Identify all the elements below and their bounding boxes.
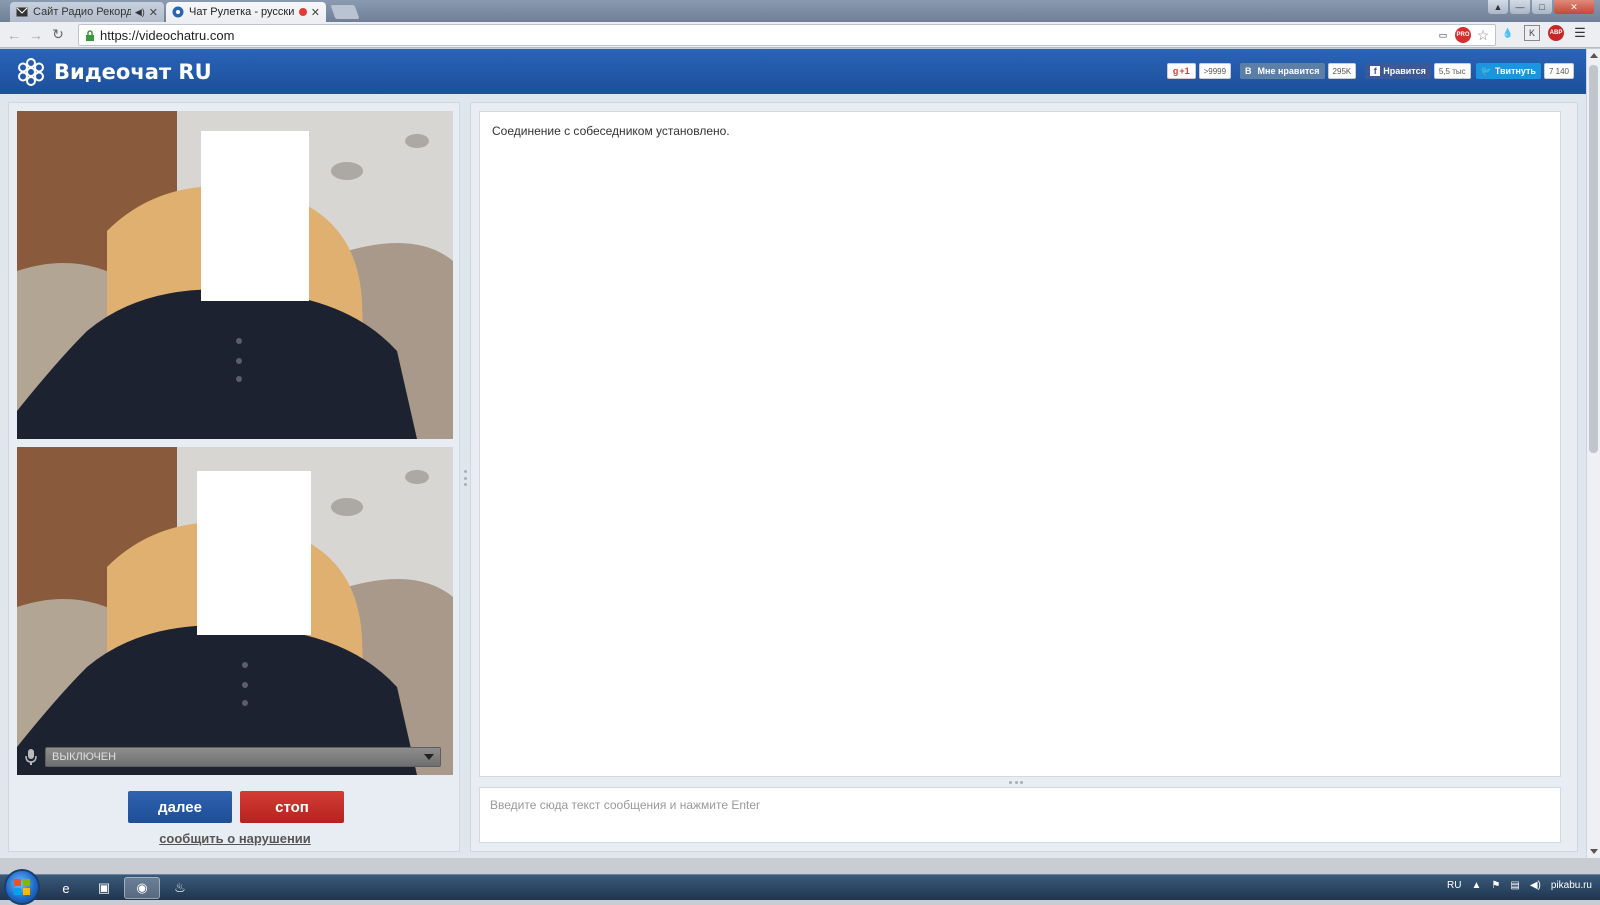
windows-logo-icon bbox=[14, 879, 30, 895]
steam-taskbar-icon[interactable]: ♨ bbox=[162, 877, 198, 899]
ie-taskbar-icon[interactable]: e bbox=[48, 877, 84, 899]
face-blur-box bbox=[201, 131, 309, 301]
chat-log: Соединение с собеседником установлено. bbox=[479, 111, 1561, 777]
local-video: ВЫКЛЮЧЕН bbox=[17, 447, 453, 775]
browser-tabstrip: Сайт Радио Рекорд ◀) ✕ Чат Рулетка - рус… bbox=[0, 0, 1600, 22]
stop-button[interactable]: стоп bbox=[240, 791, 344, 823]
user-icon[interactable]: ▲ bbox=[1488, 0, 1508, 14]
windows-taskbar: e ▣ ◉ ♨ RU ▲ ⚑ ▤ ◀) pikabu.ru bbox=[0, 869, 1600, 905]
close-icon[interactable]: ✕ bbox=[149, 6, 158, 19]
facebook-icon: f bbox=[1370, 66, 1381, 76]
logo-text: Видеочат RU bbox=[54, 59, 212, 84]
url-text: https://videochatru.com bbox=[100, 27, 235, 43]
report-violation-link[interactable]: сообщить о нарушении bbox=[9, 831, 461, 846]
pro-extension-icon[interactable]: PRO bbox=[1455, 27, 1471, 43]
close-icon[interactable]: ✕ bbox=[311, 6, 320, 19]
vk-count: 295K bbox=[1327, 63, 1357, 79]
recording-indicator-icon bbox=[298, 8, 307, 16]
microphone-select[interactable]: ВЫКЛЮЧЕН bbox=[45, 747, 441, 767]
social-buttons: g +1 >9999 В Мне нравится 295K f Нравится 5… bbox=[1166, 63, 1574, 79]
lock-icon bbox=[86, 29, 94, 41]
next-button[interactable]: далее bbox=[128, 791, 232, 823]
video-column: ВЫКЛЮЧЕН далее стоп сообщить о нарушении bbox=[8, 102, 460, 852]
volume-icon[interactable]: ◀) bbox=[1530, 880, 1541, 891]
page-scrollbar[interactable] bbox=[1586, 49, 1600, 858]
language-indicator[interactable]: RU bbox=[1447, 880, 1461, 891]
tweet-count: 7 140 bbox=[1543, 63, 1574, 79]
tab-title: Чат Рулетка - русский bbox=[189, 6, 295, 18]
minimize-button[interactable]: — bbox=[1510, 0, 1530, 14]
site-logo[interactable]: Видеочат RU bbox=[16, 57, 212, 87]
gplus-button[interactable]: g +1 bbox=[1166, 63, 1196, 79]
show-hidden-icons-icon[interactable]: ▲ bbox=[1472, 880, 1482, 891]
chat-splitter-handle[interactable] bbox=[1009, 781, 1023, 784]
speaker-icon[interactable]: ◀) bbox=[135, 7, 145, 18]
k-extension-icon[interactable]: K bbox=[1524, 25, 1540, 41]
page-body: ВЫКЛЮЧЕН далее стоп сообщить о нарушении… bbox=[0, 94, 1586, 858]
forward-button[interactable]: → bbox=[25, 24, 47, 46]
site-header: Видеочат RU g +1 >9999 В Мне нравится 295K… bbox=[0, 49, 1586, 94]
tab-chat-roulette[interactable]: Чат Рулетка - русский ✕ bbox=[166, 2, 326, 22]
camera-icon[interactable]: ▭ bbox=[1435, 27, 1451, 43]
system-tray: RU ▲ ⚑ ▤ ◀) pikabu.ru bbox=[1447, 880, 1592, 891]
back-button[interactable]: ← bbox=[3, 24, 25, 46]
chevron-down-icon bbox=[424, 754, 434, 760]
microphone-icon bbox=[25, 749, 37, 765]
microphone-row: ВЫКЛЮЧЕН bbox=[23, 747, 441, 767]
tab-title: Сайт Радио Рекорд bbox=[33, 6, 131, 18]
videochat-favicon-icon bbox=[172, 6, 184, 18]
adblock-icon[interactable]: ABP bbox=[1548, 25, 1564, 41]
chrome-taskbar-icon[interactable]: ◉ bbox=[124, 877, 160, 899]
control-buttons: далее стоп bbox=[128, 791, 344, 823]
scroll-thumb[interactable] bbox=[1589, 65, 1598, 453]
vk-icon: В bbox=[1245, 66, 1252, 76]
face-blur-box bbox=[197, 471, 311, 635]
new-tab-button[interactable] bbox=[330, 5, 360, 19]
chat-message-input[interactable]: Введите сюда текст сообщения и нажмите E… bbox=[479, 787, 1561, 843]
flag-icon[interactable]: ⚑ bbox=[1491, 880, 1500, 891]
fb-like-label: Нравится bbox=[1383, 66, 1426, 76]
chat-column: Соединение с собеседником установлено. В… bbox=[470, 102, 1578, 852]
gplus-count: >9999 bbox=[1198, 63, 1232, 79]
star-icon[interactable]: ☆ bbox=[1475, 27, 1491, 43]
fb-like-button[interactable]: f Нравится bbox=[1365, 63, 1431, 79]
tweet-button[interactable]: 🐦 Твитнуть bbox=[1475, 63, 1541, 79]
drop-extension-icon[interactable]: 💧 bbox=[1500, 25, 1516, 41]
microphone-status: ВЫКЛЮЧЕН bbox=[52, 751, 117, 763]
twitter-bird-icon: 🐦 bbox=[1480, 65, 1492, 76]
scroll-down-icon[interactable] bbox=[1590, 849, 1598, 854]
mail-icon bbox=[16, 6, 28, 18]
vk-like-label: Мне нравится bbox=[1257, 66, 1320, 76]
logo-flower-icon bbox=[18, 57, 44, 86]
column-splitter-handle[interactable] bbox=[463, 470, 467, 486]
remote-video bbox=[17, 111, 453, 439]
network-icon[interactable]: ▤ bbox=[1510, 880, 1519, 891]
gplus-label: +1 bbox=[1179, 66, 1190, 76]
menu-icon[interactable]: ☰ bbox=[1572, 25, 1588, 41]
window-close-button[interactable]: ✕ bbox=[1554, 0, 1594, 14]
watermark: pikabu.ru bbox=[1550, 880, 1592, 891]
fb-count: 5,5 тыс bbox=[1433, 63, 1471, 79]
window-controls: ▲ — □ ✕ bbox=[1486, 0, 1594, 14]
vk-button[interactable]: В Мне нравится bbox=[1240, 63, 1325, 79]
explorer-taskbar-icon[interactable]: ▣ bbox=[86, 877, 122, 899]
reload-button[interactable]: ↻ bbox=[47, 24, 69, 46]
browser-toolbar: ← → ↻ https://videochatru.com ▭ PRO ☆ 💧 … bbox=[0, 22, 1600, 48]
tab-radio-record[interactable]: Сайт Радио Рекорд ◀) ✕ bbox=[10, 2, 164, 22]
address-bar[interactable]: https://videochatru.com ▭ PRO ☆ bbox=[78, 24, 1496, 46]
chat-message: Соединение с собеседником установлено. bbox=[492, 124, 730, 138]
maximize-button[interactable]: □ bbox=[1532, 0, 1552, 14]
tweet-label: Твитнуть bbox=[1494, 66, 1536, 76]
scroll-up-icon[interactable] bbox=[1590, 53, 1598, 58]
